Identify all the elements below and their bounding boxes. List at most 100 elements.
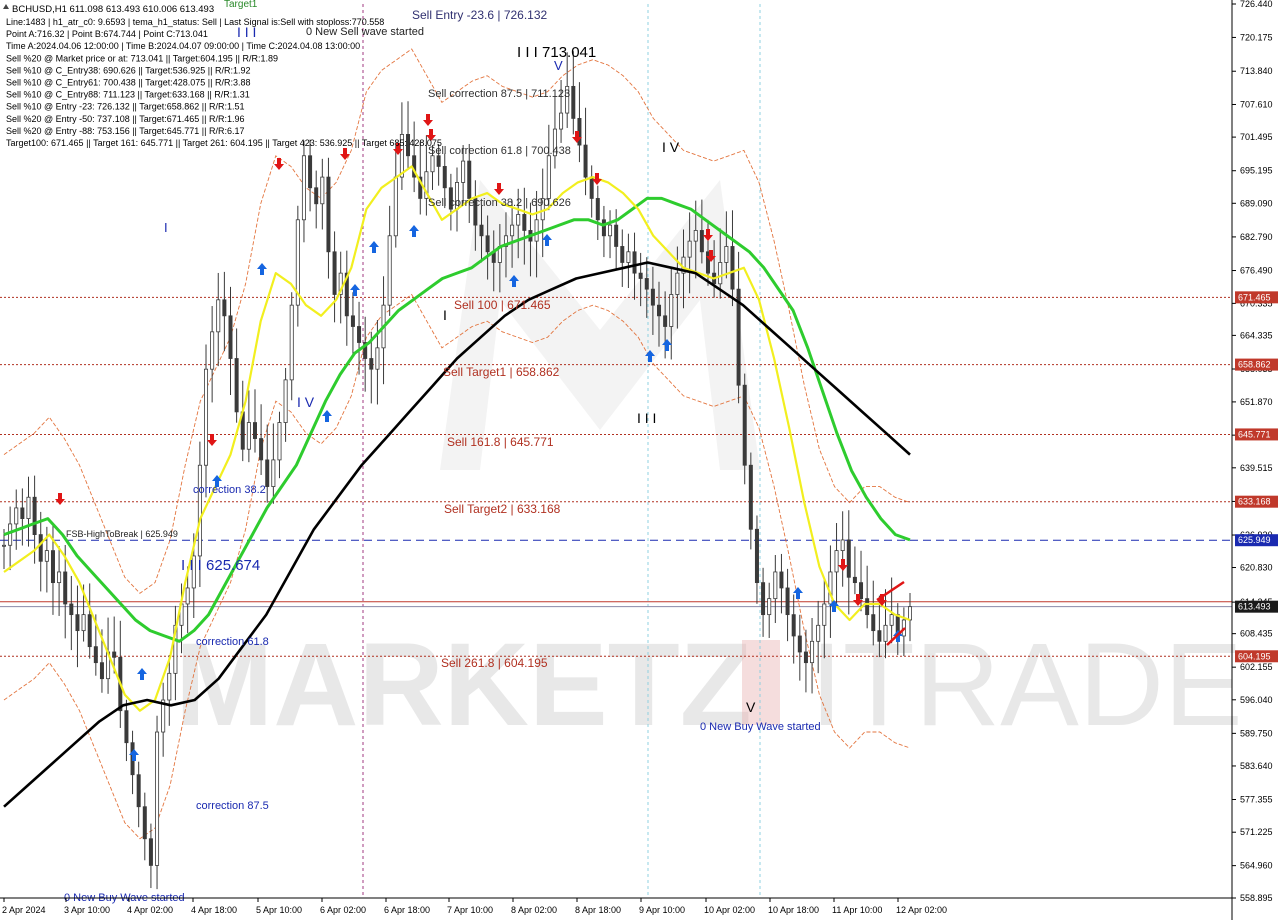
candle-body	[742, 384, 747, 466]
info-line-8: Sell %20 @ Entry -50: 737.108 || Target:…	[6, 114, 244, 124]
x-tick-label-6: 6 Apr 18:00	[384, 905, 430, 915]
wave-iv-top-label: I V	[662, 139, 680, 155]
candle-body	[234, 358, 239, 413]
y-tick-label-19: 608.435	[1240, 629, 1273, 639]
candle-body	[63, 571, 68, 605]
level-label-0: Sell Entry -23.6 | 726.132	[412, 8, 548, 22]
candle-body	[571, 85, 576, 119]
candle-body	[840, 539, 845, 552]
candle-body	[50, 550, 55, 584]
chart-root: MARKETZ ITRADE Sell Entry -23.6 | 726.132…	[0, 0, 1280, 920]
candle-body	[430, 155, 435, 173]
y-tick-label-7: 682.790	[1240, 232, 1273, 242]
info-line-5: Sell %10 @ C_Entry61: 700.438 || Target:…	[6, 78, 250, 88]
wave-i-label: I	[443, 307, 447, 323]
level-label-5: Sell Target1 | 658.862	[443, 365, 560, 379]
candle-body	[155, 731, 160, 866]
price-tag-label-2: 658.862	[1238, 360, 1271, 370]
x-tick-label-5: 6 Apr 02:00	[320, 905, 366, 915]
candle-body	[693, 230, 698, 242]
level-label-1: Sell correction 87.5 | 711.123	[428, 88, 570, 100]
price-tag-label-5: 625.949	[1238, 535, 1271, 545]
candle-body	[669, 294, 674, 327]
candle-body	[657, 304, 662, 317]
x-tick-label-12: 10 Apr 18:00	[768, 905, 819, 915]
x-tick-label-7: 7 Apr 10:00	[447, 905, 493, 915]
candle-body	[791, 614, 796, 637]
y-tick-label-20: 602.155	[1240, 662, 1273, 672]
candle-body	[167, 672, 172, 701]
candle-body	[761, 582, 766, 616]
y-tick-label-3: 707.610	[1240, 99, 1273, 109]
candle-body	[461, 160, 466, 183]
candle-body	[748, 464, 753, 530]
y-tick-label-8: 676.490	[1240, 266, 1273, 276]
price-chart[interactable]: MARKETZ ITRADE Sell Entry -23.6 | 726.132…	[0, 0, 1280, 920]
y-tick-label-4: 701.495	[1240, 132, 1273, 142]
candle-body	[442, 166, 447, 189]
candle-body	[14, 507, 19, 525]
y-tick-label-23: 583.640	[1240, 761, 1273, 771]
info-line-10: Target100: 671.465 || Target 161: 645.77…	[6, 138, 442, 148]
candle-body	[730, 246, 735, 290]
candle-body	[601, 219, 606, 237]
candle-body	[522, 214, 527, 231]
candle-body	[332, 251, 337, 295]
watermark-text-2: ITRADE	[810, 619, 1243, 751]
candle-body	[185, 587, 190, 605]
price-tag-label-4: 633.168	[1238, 497, 1271, 507]
correction-38-label: correction 38.2	[193, 484, 266, 496]
candle-body	[20, 507, 25, 519]
candle-body	[350, 315, 355, 327]
correction-61-label: correction 61.8	[196, 636, 269, 648]
candle-body	[32, 496, 37, 535]
candle-body	[197, 464, 202, 557]
new-sell-wave-label: 0 New Sell wave started	[306, 26, 424, 38]
candle-body	[877, 630, 882, 642]
candle-body	[99, 662, 104, 680]
candle-body	[883, 624, 888, 642]
candle-body	[779, 571, 784, 589]
level-label-2: Sell correction 61.8 | 700.438	[428, 145, 571, 157]
candle-body	[663, 315, 668, 327]
candle-body	[393, 176, 398, 237]
candle-body	[259, 438, 264, 461]
candle-body	[644, 278, 649, 290]
info-line-1: Point A:716.32 | Point B:674.744 | Point…	[6, 29, 208, 39]
x-tick-label-9: 8 Apr 18:00	[575, 905, 621, 915]
candle-body	[265, 459, 270, 487]
candle-body	[320, 176, 325, 205]
info-line-6: Sell %10 @ C_Entry88: 711.123 || Target:…	[6, 90, 250, 100]
candle-body	[136, 774, 141, 808]
correction-87-label: correction 87.5	[196, 800, 269, 812]
price-tag-label-3: 645.771	[1238, 429, 1271, 439]
candle-body	[436, 155, 441, 167]
candle-body	[810, 640, 815, 664]
candle-body	[724, 246, 729, 263]
candle-body	[277, 422, 282, 461]
candle-body	[846, 539, 851, 578]
x-tick-label-3: 4 Apr 18:00	[191, 905, 237, 915]
y-tick-label-6: 689.090	[1240, 198, 1273, 208]
candle-body	[142, 806, 147, 840]
candle-body	[44, 550, 49, 562]
candle-body	[2, 544, 7, 547]
wave-iii-mid-label: I I I	[637, 410, 656, 426]
wave-v-bottom-label: V	[746, 699, 756, 715]
candle-body	[216, 299, 221, 333]
candle-body	[516, 214, 521, 226]
candle-body	[595, 198, 600, 221]
candle-body	[75, 614, 80, 632]
candle-body	[326, 176, 331, 253]
candle-body	[803, 651, 808, 664]
candle-body	[510, 224, 515, 237]
y-tick-label-1: 720.175	[1240, 32, 1273, 42]
y-tick-label-14: 639.515	[1240, 463, 1273, 473]
candle-body	[583, 144, 588, 178]
candle-body	[467, 160, 472, 199]
candle-body	[479, 224, 484, 237]
candle-body	[204, 368, 209, 466]
y-tick-label-5: 695.195	[1240, 166, 1273, 176]
wave-i-left-label: I	[164, 220, 168, 235]
candle-body	[767, 598, 772, 616]
